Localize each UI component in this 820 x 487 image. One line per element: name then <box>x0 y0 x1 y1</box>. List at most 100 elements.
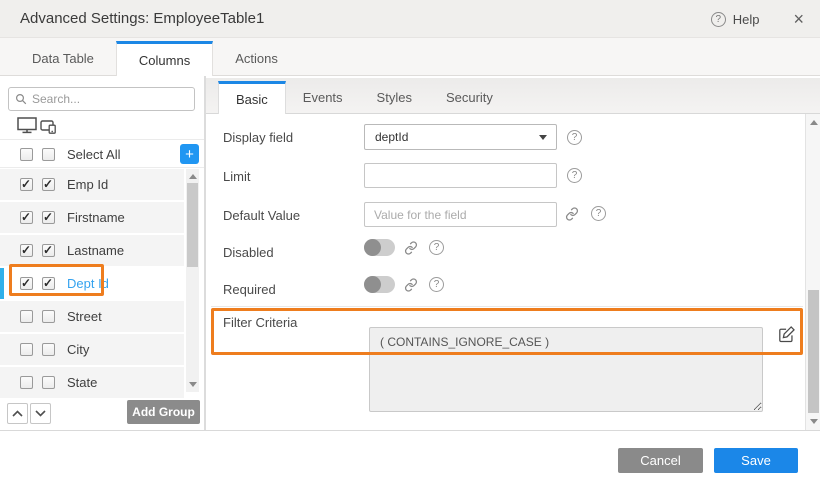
chevron-down-icon <box>35 410 46 417</box>
web-checkbox[interactable] <box>20 277 33 290</box>
bind-link-icon[interactable] <box>404 241 418 255</box>
display-field-help-icon[interactable]: ? <box>567 130 582 145</box>
panel-scrollbar-thumb[interactable] <box>808 290 819 413</box>
section-divider <box>211 306 803 307</box>
limit-input[interactable] <box>364 163 557 188</box>
cancel-button[interactable]: Cancel <box>618 448 703 473</box>
add-column-button[interactable]: + <box>180 144 199 164</box>
select-all-mobile-checkbox[interactable] <box>42 148 55 161</box>
web-checkbox[interactable] <box>20 211 33 224</box>
column-label: Firstname <box>67 210 125 225</box>
mobile-checkbox[interactable] <box>42 211 55 224</box>
move-down-button[interactable] <box>30 403 51 424</box>
web-checkbox[interactable] <box>20 178 33 191</box>
mobile-view-icon[interactable] <box>40 120 57 134</box>
filter-criteria-label: Filter Criteria <box>223 315 297 330</box>
default-value-label: Default Value <box>223 208 300 223</box>
scroll-up-icon[interactable] <box>189 174 197 179</box>
list-item-street[interactable]: Street <box>0 301 184 332</box>
select-all-web-checkbox[interactable] <box>20 148 33 161</box>
help-icon[interactable]: ? <box>711 12 726 27</box>
disabled-toggle[interactable] <box>364 239 395 256</box>
toggle-knob <box>364 239 381 256</box>
edit-filter-button[interactable] <box>776 323 798 345</box>
scroll-down-icon[interactable] <box>189 382 197 387</box>
mobile-checkbox[interactable] <box>42 376 55 389</box>
web-checkbox[interactable] <box>20 244 33 257</box>
mobile-checkbox[interactable] <box>42 310 55 323</box>
dropdown-caret-icon <box>539 135 547 140</box>
list-item-lastname[interactable]: Lastname <box>0 235 184 266</box>
disabled-label: Disabled <box>223 245 274 260</box>
settings-tab-bar: Basic Events Styles Security <box>206 78 820 114</box>
save-button[interactable]: Save <box>714 448 798 473</box>
mobile-checkbox[interactable] <box>42 178 55 191</box>
tab-security[interactable]: Security <box>429 82 510 113</box>
list-scrollbar[interactable] <box>186 169 199 392</box>
required-label: Required <box>223 282 276 297</box>
bind-link-icon[interactable] <box>404 278 418 292</box>
dialog-title: Advanced Settings: EmployeeTable1 <box>20 10 264 27</box>
disabled-help-icon[interactable]: ? <box>429 240 444 255</box>
scroll-down-icon[interactable] <box>810 419 818 424</box>
mobile-checkbox[interactable] <box>42 343 55 356</box>
move-up-button[interactable] <box>7 403 28 424</box>
default-value-help-icon[interactable]: ? <box>591 206 606 221</box>
web-view-icon[interactable] <box>17 117 37 134</box>
columns-sidebar: Select All + Emp Id Firstname Lastname <box>0 76 206 430</box>
limit-help-icon[interactable]: ? <box>567 168 582 183</box>
tab-events[interactable]: Events <box>286 82 360 113</box>
scroll-up-icon[interactable] <box>810 120 818 125</box>
toggle-knob <box>364 276 381 293</box>
advanced-settings-dialog: Advanced Settings: EmployeeTable1 ? Help… <box>0 0 820 487</box>
mobile-checkbox[interactable] <box>42 244 55 257</box>
list-item-city[interactable]: City <box>0 334 184 365</box>
display-field-select[interactable]: deptId <box>364 124 557 150</box>
tab-columns[interactable]: Columns <box>116 41 213 76</box>
list-item-emp-id[interactable]: Emp Id <box>0 169 184 200</box>
web-checkbox[interactable] <box>20 343 33 356</box>
web-checkbox[interactable] <box>20 376 33 389</box>
default-value-input[interactable] <box>364 202 557 227</box>
close-icon[interactable]: × <box>793 10 804 28</box>
column-list: Emp Id Firstname Lastname Dept Id Street <box>0 169 184 400</box>
required-help-icon[interactable]: ? <box>429 277 444 292</box>
select-all-row[interactable]: Select All + <box>0 141 204 168</box>
add-group-button[interactable]: Add Group <box>127 400 200 424</box>
filter-criteria-textarea[interactable]: ( CONTAINS_IGNORE_CASE ) <box>369 327 763 412</box>
device-filter-row <box>0 112 204 140</box>
column-label: Emp Id <box>67 177 108 192</box>
search-icon <box>15 93 27 105</box>
tab-actions[interactable]: Actions <box>213 42 300 75</box>
main-tab-bar: Data Table Columns Actions <box>0 38 820 76</box>
column-label: State <box>67 375 97 390</box>
search-box[interactable] <box>8 87 195 111</box>
required-toggle[interactable] <box>364 276 395 293</box>
help-link[interactable]: Help <box>733 12 760 27</box>
select-all-label: Select All <box>67 147 120 162</box>
list-item-dept-id[interactable]: Dept Id <box>0 268 184 299</box>
panel-scrollbar[interactable] <box>805 114 820 430</box>
column-label: Dept Id <box>67 276 109 291</box>
list-scrollbar-thumb[interactable] <box>187 183 198 267</box>
column-settings-panel: Basic Events Styles Security Display fie… <box>206 76 820 430</box>
search-input[interactable] <box>32 92 182 106</box>
chevron-up-icon <box>12 410 23 417</box>
mobile-checkbox[interactable] <box>42 277 55 290</box>
tab-styles[interactable]: Styles <box>360 82 429 113</box>
list-item-state[interactable]: State <box>0 367 184 398</box>
bind-link-icon[interactable] <box>565 207 579 221</box>
display-field-value: deptId <box>375 130 408 144</box>
column-label: City <box>67 342 89 357</box>
footer-bar: Cancel Save <box>0 430 820 487</box>
limit-label: Limit <box>223 169 250 184</box>
tab-data-table[interactable]: Data Table <box>10 42 116 75</box>
column-label: Lastname <box>67 243 124 258</box>
tab-basic[interactable]: Basic <box>218 81 286 114</box>
web-checkbox[interactable] <box>20 310 33 323</box>
display-field-label: Display field <box>223 130 293 145</box>
edit-pencil-icon <box>778 325 796 343</box>
column-label: Street <box>67 309 102 324</box>
list-item-firstname[interactable]: Firstname <box>0 202 184 233</box>
title-bar: Advanced Settings: EmployeeTable1 ? Help… <box>0 0 820 38</box>
